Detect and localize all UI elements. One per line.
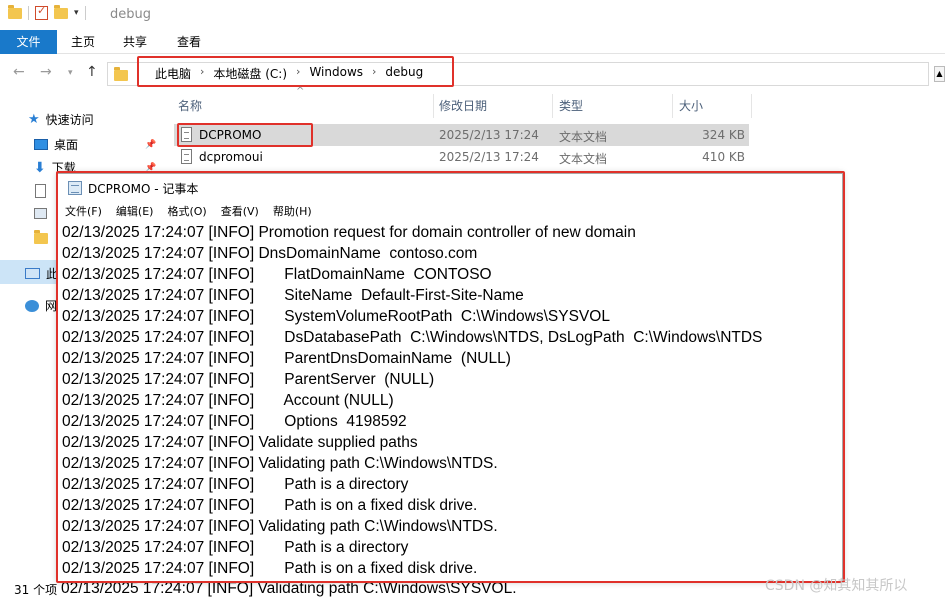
- log-line: 02/13/2025 17:24:07 [INFO] Validating pa…: [62, 518, 498, 535]
- network-icon: [25, 299, 39, 312]
- sort-up-icon: ^: [296, 86, 305, 97]
- menu-view[interactable]: 查看(V): [221, 202, 259, 222]
- log-line: 02/13/2025 17:24:07 [INFO] Options 41985…: [62, 413, 407, 430]
- file-date: 2025/2/13 17:24: [439, 150, 539, 164]
- file-date: 2025/2/13 17:24: [439, 128, 539, 142]
- column-divider[interactable]: [672, 94, 673, 118]
- log-line: 02/13/2025 17:24:07 [INFO] Promotion req…: [62, 224, 636, 241]
- log-line: 02/13/2025 17:24:07 [INFO] SystemVolumeR…: [62, 308, 610, 325]
- log-line: 02/13/2025 17:24:07 [INFO] ParentServer …: [62, 371, 435, 388]
- log-line: 02/13/2025 17:24:07 [INFO] Path is a dir…: [62, 539, 409, 556]
- address-highlight-box: [137, 56, 454, 87]
- file-name: dcpromoui: [199, 150, 263, 164]
- tab-view[interactable]: 查看: [163, 30, 215, 54]
- column-divider[interactable]: [552, 94, 553, 118]
- log-line: 02/13/2025 17:24:07 [INFO] FlatDomainNam…: [62, 266, 492, 283]
- properties-icon[interactable]: [35, 4, 48, 20]
- scroll-up-button[interactable]: ▲: [934, 66, 945, 82]
- notepad-window: DCPROMO - 记事本 文件(F) 编辑(E) 格式(O) 查看(V) 帮助…: [57, 173, 843, 582]
- notepad-menubar: 文件(F) 编辑(E) 格式(O) 查看(V) 帮助(H): [58, 202, 842, 222]
- log-line: 02/13/2025 17:24:07 [INFO] ParentDnsDoma…: [62, 350, 511, 367]
- column-header-size[interactable]: 大小: [679, 94, 703, 118]
- forward-arrow-icon[interactable]: →: [40, 64, 52, 80]
- star-icon: ★: [28, 112, 40, 127]
- log-line: 02/13/2025 17:24:07 [INFO] SiteName Defa…: [62, 287, 524, 304]
- nav-item-pictures[interactable]: [34, 208, 47, 219]
- up-arrow-icon[interactable]: ↑: [86, 64, 98, 80]
- file-highlight-box: [177, 123, 313, 147]
- watermark: CSDN @知其知其所以: [765, 578, 908, 594]
- status-item-count: 31 个项: [14, 583, 58, 597]
- log-line: 02/13/2025 17:24:07 [INFO] DnsDomainName…: [62, 245, 478, 262]
- folder-icon: [114, 67, 128, 81]
- file-type: 文本文档: [559, 130, 608, 144]
- toolbar-divider: [28, 6, 29, 20]
- document-icon: [35, 184, 46, 198]
- computer-icon: [25, 268, 40, 279]
- nav-label: 桌面: [54, 138, 79, 152]
- nav-label: 快速访问: [45, 113, 94, 127]
- download-icon: ⬇: [34, 159, 46, 176]
- notepad-text-area[interactable]: 02/13/2025 17:24:07 [INFO] Promotion req…: [62, 222, 842, 581]
- desktop-icon: [34, 139, 48, 150]
- pin-icon[interactable]: 📌: [145, 140, 156, 150]
- nav-item-desktop[interactable]: 桌面: [34, 136, 78, 153]
- log-line: 02/13/2025 17:24:07 [INFO] Path is a dir…: [62, 476, 409, 493]
- text-file-icon: [181, 149, 192, 164]
- explorer-titlebar: ▾ debug: [0, 0, 945, 30]
- column-divider[interactable]: [433, 94, 434, 118]
- nav-item-quick-access[interactable]: ★ 快速访问: [28, 111, 94, 128]
- tab-share[interactable]: 共享: [109, 30, 161, 54]
- tab-home[interactable]: 主页: [57, 30, 109, 54]
- column-header-date[interactable]: 修改日期: [439, 94, 487, 118]
- pin-icon[interactable]: 📌: [145, 163, 156, 173]
- notepad-titlebar[interactable]: DCPROMO - 记事本: [58, 174, 842, 202]
- log-line: 02/13/2025 17:24:07 [INFO] Path is on a …: [62, 560, 478, 577]
- quick-access-toolbar: ▾: [8, 4, 86, 20]
- menu-file[interactable]: 文件(F): [65, 202, 102, 222]
- menu-help[interactable]: 帮助(H): [273, 202, 312, 222]
- column-header-name[interactable]: 名称: [178, 94, 202, 118]
- file-size: 324 KB: [702, 128, 745, 142]
- file-row[interactable]: dcpromoui 2025/2/13 17:24 文本文档 410 KB: [174, 146, 749, 168]
- ribbon-tabs: 文件 主页 共享 查看: [0, 30, 945, 54]
- log-line: 02/13/2025 17:24:07 [INFO] Validate supp…: [62, 434, 418, 451]
- log-line: 02/13/2025 17:24:07 [INFO] Path is on a …: [62, 497, 478, 514]
- tab-file[interactable]: 文件: [0, 30, 57, 54]
- menu-format[interactable]: 格式(O): [167, 202, 206, 222]
- log-line: 02/13/2025 17:24:07 [INFO] Validating pa…: [62, 455, 498, 472]
- notepad-icon: [68, 181, 82, 195]
- notepad-title: DCPROMO - 记事本: [88, 182, 199, 196]
- recent-locations-icon[interactable]: ▾: [68, 68, 73, 78]
- column-divider[interactable]: [751, 94, 752, 118]
- picture-icon: [34, 208, 47, 219]
- file-type: 文本文档: [559, 152, 608, 166]
- nav-item-folder[interactable]: [34, 230, 48, 244]
- log-line: 02/13/2025 17:24:07 [INFO] Account (NULL…: [62, 392, 394, 409]
- nav-label: 网: [45, 299, 58, 313]
- folder-icon[interactable]: [8, 4, 22, 19]
- new-folder-icon[interactable]: [54, 4, 68, 19]
- nav-item-network[interactable]: 网: [25, 297, 57, 314]
- toolbar-divider: [84, 6, 86, 20]
- file-size: 410 KB: [702, 150, 745, 164]
- customize-dropdown-icon[interactable]: ▾: [74, 8, 79, 18]
- menu-edit[interactable]: 编辑(E): [116, 202, 154, 222]
- column-header-type[interactable]: 类型: [559, 94, 583, 118]
- nav-item-documents[interactable]: [35, 184, 46, 198]
- back-arrow-icon[interactable]: ←: [13, 64, 25, 80]
- log-line: 02/13/2025 17:24:07 [INFO] DsDatabasePat…: [62, 329, 763, 346]
- nav-item-this-pc[interactable]: 此: [25, 265, 58, 282]
- window-title: debug: [110, 7, 151, 22]
- folder-icon: [34, 230, 48, 244]
